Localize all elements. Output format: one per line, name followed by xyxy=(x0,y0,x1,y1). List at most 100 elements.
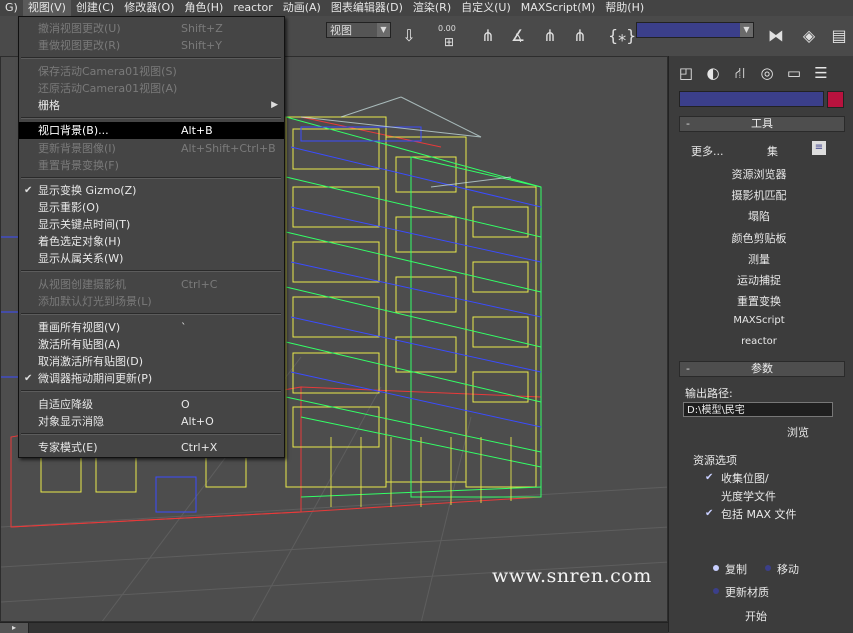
include-max-file-checkbox[interactable]: ✔ xyxy=(705,509,715,519)
angle-snap-icon[interactable]: ∡ xyxy=(506,24,530,48)
menu-item-shortcut: ` xyxy=(181,321,187,334)
update-materials-checkbox[interactable] xyxy=(713,588,719,594)
watermark-text: www.snren.com xyxy=(492,565,652,587)
mirror-icon[interactable]: ⧓ xyxy=(764,24,788,48)
hierarchy-tab-icon[interactable]: ⛙ xyxy=(729,62,751,84)
menu-item-update-during-spinner-drag[interactable]: ✔ 微调器拖动期间更新(P) xyxy=(19,370,284,387)
menu-item-label: 取消激活所有贴图(D) xyxy=(38,355,144,368)
menu-animation[interactable]: 动画(A) xyxy=(278,0,326,16)
tools-rollout-title: 工具 xyxy=(751,117,773,130)
tool-camera-match[interactable]: 摄影机匹配 xyxy=(709,187,809,203)
menu-item-label: 栅格 xyxy=(38,99,60,112)
collect-bitmaps-checkbox[interactable]: ✔ xyxy=(705,473,715,483)
start-button[interactable]: 开始 xyxy=(745,608,767,624)
create-tab-icon[interactable]: ◰ xyxy=(675,62,697,84)
tool-color-clipboard[interactable]: 颜色剪贴板 xyxy=(709,230,809,246)
browse-button[interactable]: 浏览 xyxy=(787,424,809,440)
more-button[interactable]: 更多... xyxy=(691,143,724,159)
pivot-icon[interactable]: ⇩ xyxy=(397,24,421,48)
menu-item-label: 自适应降级 xyxy=(38,398,93,411)
menu-item-label: 从视图创建摄影机 xyxy=(38,278,126,291)
collect-bitmaps-label: 收集位图/ xyxy=(721,472,769,485)
menu-item-reset-background-transform[interactable]: 重置背景变换(F) xyxy=(19,157,284,174)
spinner-snap-icon[interactable]: ⊞ xyxy=(437,30,461,54)
menu-item-label: 显示关键点时间(T) xyxy=(38,218,131,231)
menu-item-shortcut: O xyxy=(181,398,190,411)
tool-measure[interactable]: 测量 xyxy=(709,251,809,267)
menu-modifiers[interactable]: 修改器(O) xyxy=(119,0,179,16)
modify-tab-icon[interactable]: ◐ xyxy=(702,62,724,84)
menu-item-label: 着色选定对象(H) xyxy=(38,235,121,248)
menu-item-restore-active-view[interactable]: 还原活动Camera01视图(A) xyxy=(19,80,284,97)
menu-rendering[interactable]: 渲染(R) xyxy=(408,0,456,16)
tool-motion-capture[interactable]: 运动捕捉 xyxy=(709,272,809,288)
sets-button[interactable]: 集 xyxy=(767,143,778,159)
named-selection-set-select[interactable]: ▼ xyxy=(636,22,754,38)
menu-create[interactable]: 创建(C) xyxy=(71,0,119,16)
menu-item-create-camera-from-view[interactable]: 从视图创建摄影机 Ctrl+C xyxy=(19,276,284,293)
reference-coordinate-select[interactable]: 视图 ▼ xyxy=(326,22,391,38)
menu-separator xyxy=(21,57,281,59)
edit-named-selection-icon[interactable]: {⁎} xyxy=(608,24,636,48)
params-rollout-header[interactable]: - 参数 xyxy=(679,361,845,377)
tools-rollout-header[interactable]: - 工具 xyxy=(679,116,845,132)
menu-item-label: 添加默认灯光到场景(L) xyxy=(38,295,152,308)
output-path-field[interactable]: D:\模型\民宅 xyxy=(683,402,833,417)
menu-item-undo-view-change[interactable]: 撤消视图更改(U) Shift+Z xyxy=(19,20,284,37)
menu-item-shortcut: Alt+O xyxy=(181,415,214,428)
menu-item-redraw-all-views[interactable]: 重画所有视图(V) ` xyxy=(19,319,284,336)
display-tab-icon[interactable]: ▭ xyxy=(783,62,805,84)
copy-radio[interactable] xyxy=(713,565,719,571)
menu-item-expert-mode[interactable]: 专家模式(E) Ctrl+X xyxy=(19,439,284,456)
utilities-tab-icon[interactable]: ☰ xyxy=(810,62,832,84)
motion-tab-icon[interactable]: ◎ xyxy=(756,62,778,84)
menu-item-show-key-times[interactable]: 显示关键点时间(T) xyxy=(19,216,284,233)
spinner-snap-toggle-icon[interactable]: ⋔ xyxy=(568,24,592,48)
menu-character[interactable]: 角色(H) xyxy=(179,0,228,16)
object-name-field[interactable] xyxy=(679,91,824,107)
tool-collapse[interactable]: 塌陷 xyxy=(709,208,809,224)
menu-item-show-dependencies[interactable]: 显示从属关系(W) xyxy=(19,250,284,267)
menu-item-label: 重置背景变换(F) xyxy=(38,159,119,172)
output-path-label: 输出路径: xyxy=(685,387,733,400)
tool-maxscript[interactable]: MAXScript xyxy=(709,315,809,326)
chevron-down-icon: ▼ xyxy=(740,23,753,37)
menu-item-deactivate-all-maps[interactable]: 取消激活所有贴图(D) xyxy=(19,353,284,370)
menu-maxscript[interactable]: MAXScript(M) xyxy=(516,0,601,16)
menu-item-add-default-lights[interactable]: 添加默认灯光到场景(L) xyxy=(19,293,284,310)
menu-item-viewport-background[interactable]: 视口背景(B)... Alt+B xyxy=(19,122,284,139)
menu-item-object-display-culling[interactable]: 对象显示消隐 Alt+O xyxy=(19,413,284,430)
menu-item-shade-selected[interactable]: 着色选定对象(H) xyxy=(19,233,284,250)
menu-item-redo-view-change[interactable]: 重做视图更改(R) Shift+Y xyxy=(19,37,284,54)
menu-item-update-background-image[interactable]: 更新背景图像(I) Alt+Shift+Ctrl+B xyxy=(19,140,284,157)
layer-manager-icon[interactable]: ▤ xyxy=(827,24,851,48)
tool-asset-browser[interactable]: 资源浏览器 xyxy=(709,166,809,182)
menu-graph-editors[interactable]: 图表编辑器(D) xyxy=(326,0,408,16)
percent-snap-icon[interactable]: ⋔ xyxy=(538,24,562,48)
menu-help[interactable]: 帮助(H) xyxy=(600,0,649,16)
menu-item-label: 撤消视图更改(U) xyxy=(38,22,121,35)
tool-reset-xform[interactable]: 重置变换 xyxy=(709,293,809,309)
menu-item-show-transform-gizmo[interactable]: ✔ 显示变换 Gizmo(Z) xyxy=(19,182,284,199)
configure-sets-icon[interactable]: ≡ xyxy=(812,141,826,155)
menu-item-adaptive-degradation[interactable]: 自适应降级 O xyxy=(19,396,284,413)
menu-item-activate-all-maps[interactable]: 激活所有贴图(A) xyxy=(19,336,284,353)
menu-view[interactable]: 视图(V) xyxy=(22,0,71,16)
menu-item-label: 还原活动Camera01视图(A) xyxy=(38,82,178,95)
menu-item-label: 微调器拖动期间更新(P) xyxy=(38,372,153,385)
menu-reactor[interactable]: reactor xyxy=(228,0,277,16)
output-path-value: D:\模型\民宅 xyxy=(687,405,745,416)
command-panel: ◰ ◐ ⛙ ◎ ▭ ☰ - 工具 更多... 集 ≡ 资源浏览器 摄影机匹配 塌… xyxy=(668,56,853,632)
menu-graph[interactable]: G) xyxy=(0,0,23,16)
menu-customize[interactable]: 自定义(U) xyxy=(456,0,516,16)
align-icon[interactable]: ◈ xyxy=(797,24,821,48)
collect-bitmaps-label-2: 光度学文件 xyxy=(721,490,776,503)
tool-reactor[interactable]: reactor xyxy=(709,336,809,347)
resource-options-label: 资源选项 xyxy=(693,454,737,467)
menu-item-show-ghosting[interactable]: 显示重影(O) xyxy=(19,199,284,216)
move-radio[interactable] xyxy=(765,565,771,571)
menu-item-save-active-view[interactable]: 保存活动Camera01视图(S) xyxy=(19,63,284,80)
object-color-swatch[interactable] xyxy=(827,91,844,108)
menu-item-grids[interactable]: 栅格 ▶ xyxy=(19,97,284,114)
snap-toggle-icon[interactable]: ⋔ xyxy=(476,24,500,48)
